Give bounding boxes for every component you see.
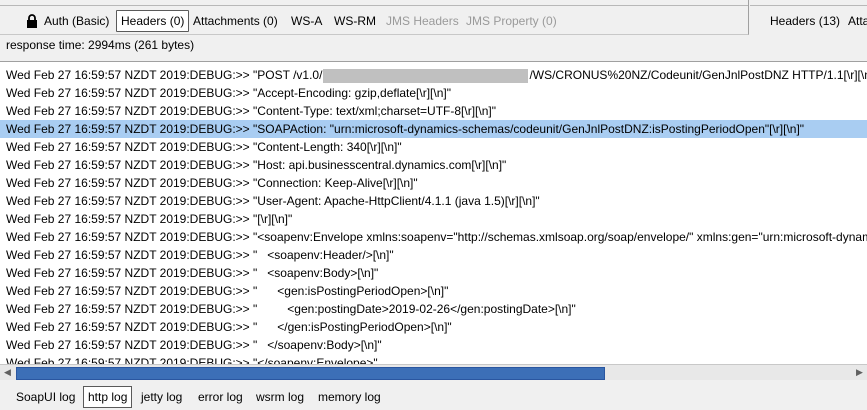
log-line-prefix: Wed Feb 27 16:59:57 NZDT 2019:DEBUG:>> bbox=[6, 86, 254, 100]
log-line-prefix: Wed Feb 27 16:59:57 NZDT 2019:DEBUG:>> bbox=[6, 284, 254, 298]
log-line[interactable]: Wed Feb 27 16:59:57 NZDT 2019:DEBUG:>> "… bbox=[0, 156, 867, 174]
log-line-prefix: Wed Feb 27 16:59:57 NZDT 2019:DEBUG:>> bbox=[6, 68, 254, 82]
log-line-prefix: Wed Feb 27 16:59:57 NZDT 2019:DEBUG:>> bbox=[6, 158, 254, 172]
log-line[interactable]: Wed Feb 27 16:59:57 NZDT 2019:DEBUG:>> "… bbox=[0, 282, 867, 300]
tab-attachments[interactable]: Attachments (0) bbox=[189, 11, 282, 31]
log-line[interactable]: Wed Feb 27 16:59:57 NZDT 2019:DEBUG:>> "… bbox=[0, 264, 867, 282]
log-line-text: " </soapenv:Body>[\n]" bbox=[253, 338, 382, 352]
log-line[interactable]: Wed Feb 27 16:59:57 NZDT 2019:DEBUG:>> "… bbox=[0, 102, 867, 120]
log-line[interactable]: Wed Feb 27 16:59:57 NZDT 2019:DEBUG:>> "… bbox=[0, 336, 867, 354]
tab-http-log[interactable]: http log bbox=[83, 386, 133, 408]
tab-auth[interactable]: Auth (Basic) bbox=[40, 11, 113, 31]
log-line-text: "<soapenv:Envelope xmlns:soapenv="http:/… bbox=[253, 230, 867, 244]
log-line-text: " </gen:isPostingPeriodOpen>[\n]" bbox=[253, 320, 452, 334]
log-line-text: "SOAPAction: "urn:microsoft-dynamics-sch… bbox=[253, 122, 805, 136]
tab-response-headers[interactable]: Headers (13) bbox=[766, 11, 844, 31]
log-line-prefix: Wed Feb 27 16:59:57 NZDT 2019:DEBUG:>> bbox=[6, 104, 254, 118]
log-tab-bar: SoapUI log http log jetty log error log … bbox=[0, 381, 867, 410]
log-line-prefix: Wed Feb 27 16:59:57 NZDT 2019:DEBUG:>> bbox=[6, 176, 254, 190]
log-line[interactable]: Wed Feb 27 16:59:57 NZDT 2019:DEBUG:>> "… bbox=[0, 174, 867, 192]
scrollbar-thumb[interactable] bbox=[16, 367, 605, 380]
log-line-text: "User-Agent: Apache-HttpClient/4.1.1 (ja… bbox=[253, 194, 540, 208]
log-line-prefix: Wed Feb 27 16:59:57 NZDT 2019:DEBUG:>> bbox=[6, 302, 254, 316]
log-line-text: " <gen:isPostingPeriodOpen>[\n]" bbox=[253, 284, 449, 298]
log-line-text: " <soapenv:Body>[\n]" bbox=[253, 266, 379, 280]
log-line-text: "Content-Type: text/xml;charset=UTF-8[\r… bbox=[253, 104, 496, 118]
tab-headers[interactable]: Headers (0) bbox=[116, 10, 190, 32]
log-line[interactable]: Wed Feb 27 16:59:57 NZDT 2019:DEBUG:>> "… bbox=[0, 210, 867, 228]
response-time-label: response time: 2994ms (261 bytes) bbox=[6, 38, 195, 52]
log-line-prefix: Wed Feb 27 16:59:57 NZDT 2019:DEBUG:>> bbox=[6, 320, 254, 334]
log-line-text: "POST /v1.0/ bbox=[253, 68, 323, 82]
tab-wsrm-log[interactable]: wsrm log bbox=[252, 387, 308, 407]
tab-jms-property[interactable]: JMS Property (0) bbox=[462, 11, 561, 31]
log-line-prefix: Wed Feb 27 16:59:57 NZDT 2019:DEBUG:>> bbox=[6, 212, 254, 226]
tab-soapui-log[interactable]: SoapUI log bbox=[12, 387, 79, 407]
log-line-prefix: Wed Feb 27 16:59:57 NZDT 2019:DEBUG:>> bbox=[6, 230, 254, 244]
log-line[interactable]: Wed Feb 27 16:59:57 NZDT 2019:DEBUG:>> "… bbox=[0, 246, 867, 264]
log-line-text-tail: /WS/CRONUS%20NZ/Codeunit/GenJnlPostDNZ H… bbox=[529, 68, 867, 82]
log-line-text: "Content-Length: 340[\r][\n]" bbox=[253, 140, 402, 154]
log-line[interactable]: Wed Feb 27 16:59:57 NZDT 2019:DEBUG:>> "… bbox=[0, 138, 867, 156]
log-line-text: "Connection: Keep-Alive[\r][\n]" bbox=[253, 176, 418, 190]
response-frame-edge bbox=[750, 0, 867, 6]
log-line[interactable]: Wed Feb 27 16:59:57 NZDT 2019:DEBUG:>> "… bbox=[0, 66, 867, 84]
log-line-prefix: Wed Feb 27 16:59:57 NZDT 2019:DEBUG:>> bbox=[6, 338, 254, 352]
http-log-panel[interactable]: Wed Feb 27 16:59:57 NZDT 2019:DEBUG:>> "… bbox=[0, 61, 867, 365]
log-line-prefix: Wed Feb 27 16:59:57 NZDT 2019:DEBUG:>> bbox=[6, 122, 254, 136]
log-line-prefix: Wed Feb 27 16:59:57 NZDT 2019:DEBUG:>> bbox=[6, 266, 254, 280]
scroll-right-icon[interactable]: ▶ bbox=[852, 365, 867, 380]
response-tab-bar: Headers (13) Atta bbox=[750, 0, 867, 34]
lock-icon bbox=[27, 14, 37, 28]
tab-error-log[interactable]: error log bbox=[194, 387, 247, 407]
log-line-prefix: Wed Feb 27 16:59:57 NZDT 2019:DEBUG:>> bbox=[6, 248, 254, 262]
horizontal-scrollbar[interactable]: ◀ ▶ bbox=[0, 364, 867, 380]
tab-jms-headers[interactable]: JMS Headers bbox=[382, 11, 463, 31]
log-line-prefix: Wed Feb 27 16:59:57 NZDT 2019:DEBUG:>> bbox=[6, 140, 254, 154]
redacted-block bbox=[323, 68, 529, 83]
request-tab-bar: Auth (Basic) Headers (0) Attachments (0)… bbox=[0, 0, 749, 35]
tab-memory-log[interactable]: memory log bbox=[314, 387, 385, 407]
log-line-text: "Accept-Encoding: gzip,deflate[\r][\n]" bbox=[253, 86, 451, 100]
tab-ws-rm[interactable]: WS-RM bbox=[330, 11, 380, 31]
log-line-prefix: Wed Feb 27 16:59:57 NZDT 2019:DEBUG:>> bbox=[6, 194, 254, 208]
log-line-text: "Host: api.businesscentral.dynamics.com[… bbox=[253, 158, 507, 172]
log-line[interactable]: Wed Feb 27 16:59:57 NZDT 2019:DEBUG:>> "… bbox=[0, 120, 867, 138]
log-line-text: "[\r][\n]" bbox=[253, 212, 293, 226]
tab-ws-a[interactable]: WS-A bbox=[287, 11, 326, 31]
tab-response-attachments[interactable]: Atta bbox=[844, 11, 867, 31]
log-line-text: " <soapenv:Header/>[\n]" bbox=[253, 248, 394, 262]
scroll-left-icon[interactable]: ◀ bbox=[0, 365, 15, 380]
log-line-text: " <gen:postingDate>2019-02-26</gen:posti… bbox=[253, 302, 576, 316]
log-line[interactable]: Wed Feb 27 16:59:57 NZDT 2019:DEBUG:>> "… bbox=[0, 228, 867, 246]
log-line[interactable]: Wed Feb 27 16:59:57 NZDT 2019:DEBUG:>> "… bbox=[0, 300, 867, 318]
tab-jetty-log[interactable]: jetty log bbox=[137, 387, 186, 407]
log-line[interactable]: Wed Feb 27 16:59:57 NZDT 2019:DEBUG:>> "… bbox=[0, 318, 867, 336]
editor-frame-edge bbox=[0, 0, 748, 6]
log-line[interactable]: Wed Feb 27 16:59:57 NZDT 2019:DEBUG:>> "… bbox=[0, 84, 867, 102]
log-line[interactable]: Wed Feb 27 16:59:57 NZDT 2019:DEBUG:>> "… bbox=[0, 192, 867, 210]
